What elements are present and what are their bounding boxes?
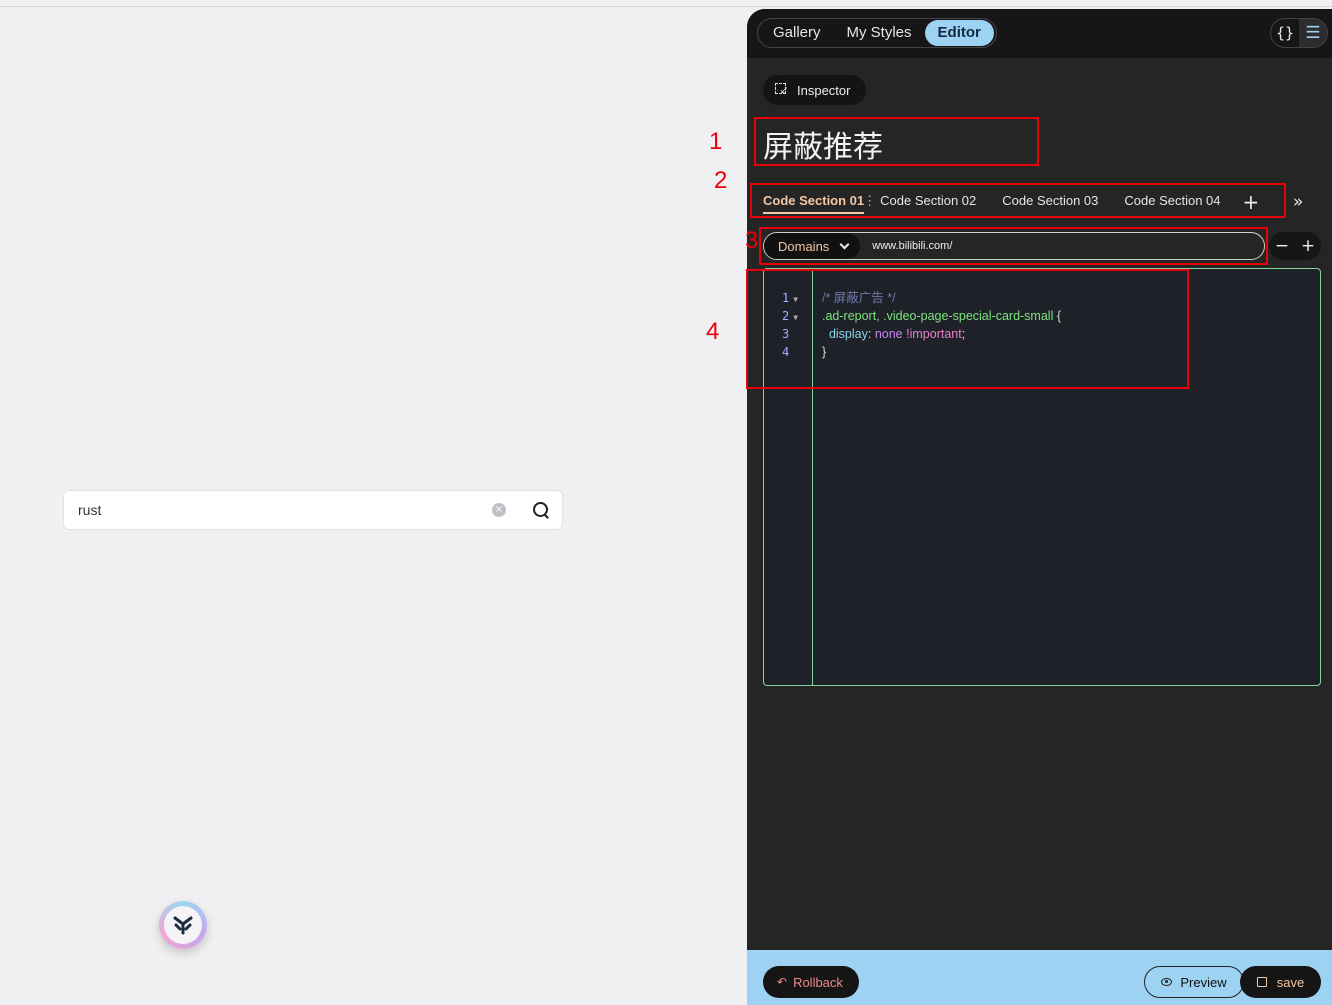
remove-domain-button[interactable]: − xyxy=(1275,236,1289,256)
inspector-label: Inspector xyxy=(797,82,851,98)
header-icon-group: {} ☰ xyxy=(1270,18,1328,48)
annotation-box-1 xyxy=(754,117,1039,166)
extension-launcher-button[interactable] xyxy=(159,901,207,949)
inspector-button[interactable]: Inspector xyxy=(763,75,867,105)
search-bar[interactable]: rust × xyxy=(63,490,563,530)
preview-label: Preview xyxy=(1180,974,1227,990)
preview-button[interactable]: Preview xyxy=(1144,966,1244,998)
save-label: save xyxy=(1276,974,1305,990)
eye-icon xyxy=(1161,978,1173,986)
clear-icon[interactable]: × xyxy=(492,503,506,517)
nav-tabs: Gallery My Styles Editor xyxy=(757,18,997,48)
search-icon[interactable] xyxy=(532,501,550,519)
annotation-box-3 xyxy=(759,227,1268,265)
code-braces-icon[interactable]: {} xyxy=(1271,19,1299,47)
top-divider xyxy=(0,6,1332,7)
search-input[interactable]: rust xyxy=(78,502,492,518)
annotation-number-1: 1 xyxy=(709,128,723,155)
annotation-number-2: 2 xyxy=(714,167,728,194)
more-sections-icon[interactable]: » xyxy=(1293,192,1303,212)
inspector-icon xyxy=(775,83,789,97)
save-icon xyxy=(1256,977,1267,987)
tab-my-styles[interactable]: My Styles xyxy=(834,20,925,46)
rollback-button[interactable]: ↶ Rollback xyxy=(763,966,859,998)
domain-buttons: − + xyxy=(1269,232,1321,260)
panel-header: Gallery My Styles Editor {} ☰ xyxy=(747,9,1332,58)
menu-icon[interactable]: ☰ xyxy=(1299,19,1327,47)
tab-editor[interactable]: Editor xyxy=(924,20,994,46)
annotation-box-2 xyxy=(750,183,1286,218)
panel-footer: ↶ Rollback Preview save xyxy=(747,950,1332,1005)
tab-gallery[interactable]: Gallery xyxy=(760,20,834,46)
undo-icon: ↶ xyxy=(777,975,788,989)
annotation-number-4: 4 xyxy=(706,318,720,345)
rollback-label: Rollback xyxy=(793,974,843,990)
annotation-number-3: 3 xyxy=(745,227,759,254)
add-domain-button[interactable]: + xyxy=(1301,236,1315,256)
logo-icon xyxy=(164,906,202,944)
save-button[interactable]: save xyxy=(1240,966,1321,998)
annotation-box-4 xyxy=(746,269,1189,389)
